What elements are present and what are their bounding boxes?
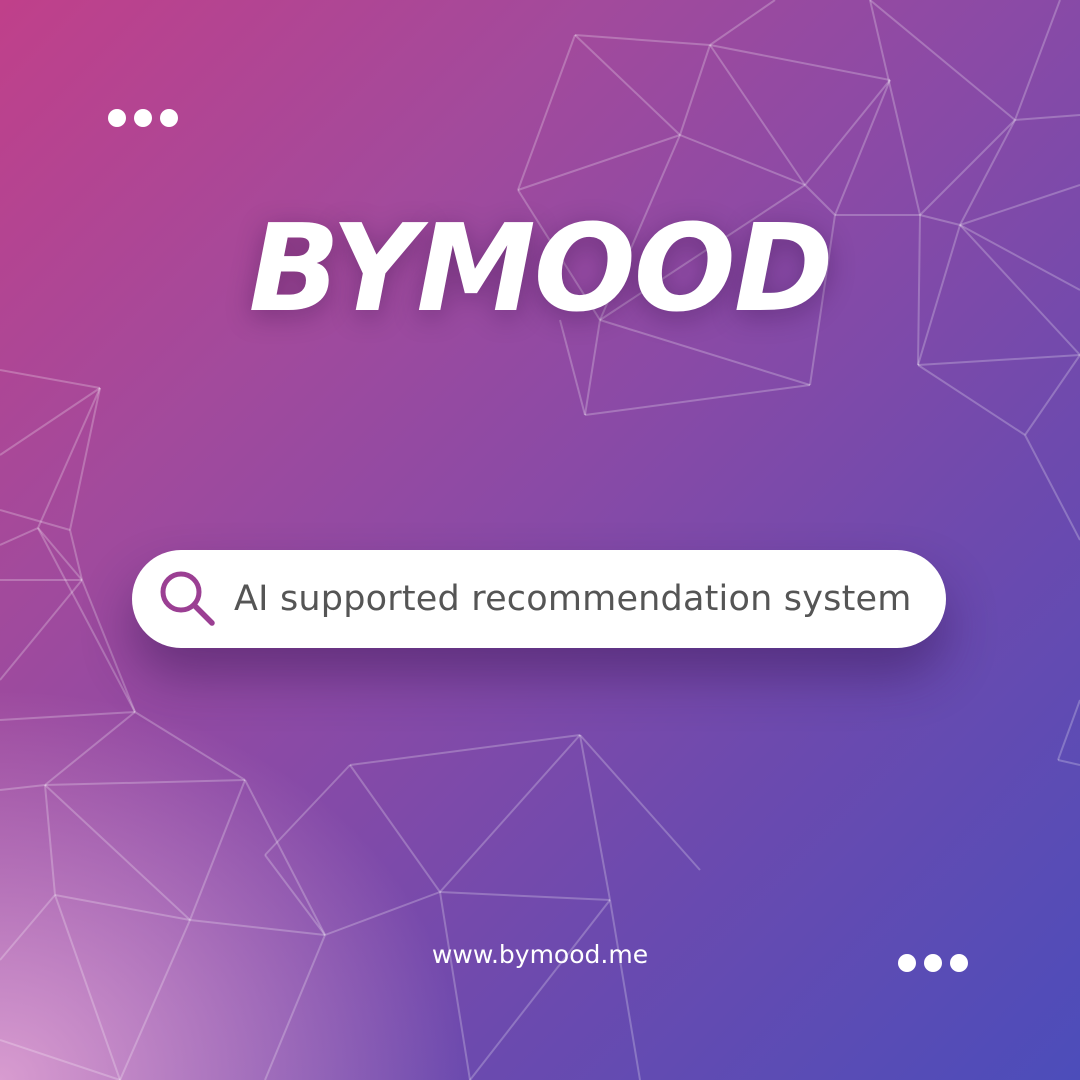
more-dots-icon — [108, 109, 178, 127]
dot — [898, 954, 916, 972]
dot — [108, 109, 126, 127]
search-bar[interactable]: AI supported recommendation system — [132, 550, 946, 648]
promo-canvas: BYMOOD AI supported recommendation syste… — [0, 0, 1080, 1080]
search-text: AI supported recommendation system — [234, 579, 912, 619]
dot — [950, 954, 968, 972]
search-icon — [152, 564, 222, 634]
dot — [134, 109, 152, 127]
dot — [924, 954, 942, 972]
polygon-mesh-background — [0, 0, 1080, 1080]
dot — [160, 109, 178, 127]
brand-title: BYMOOD — [248, 200, 834, 339]
more-dots-icon — [898, 954, 968, 972]
